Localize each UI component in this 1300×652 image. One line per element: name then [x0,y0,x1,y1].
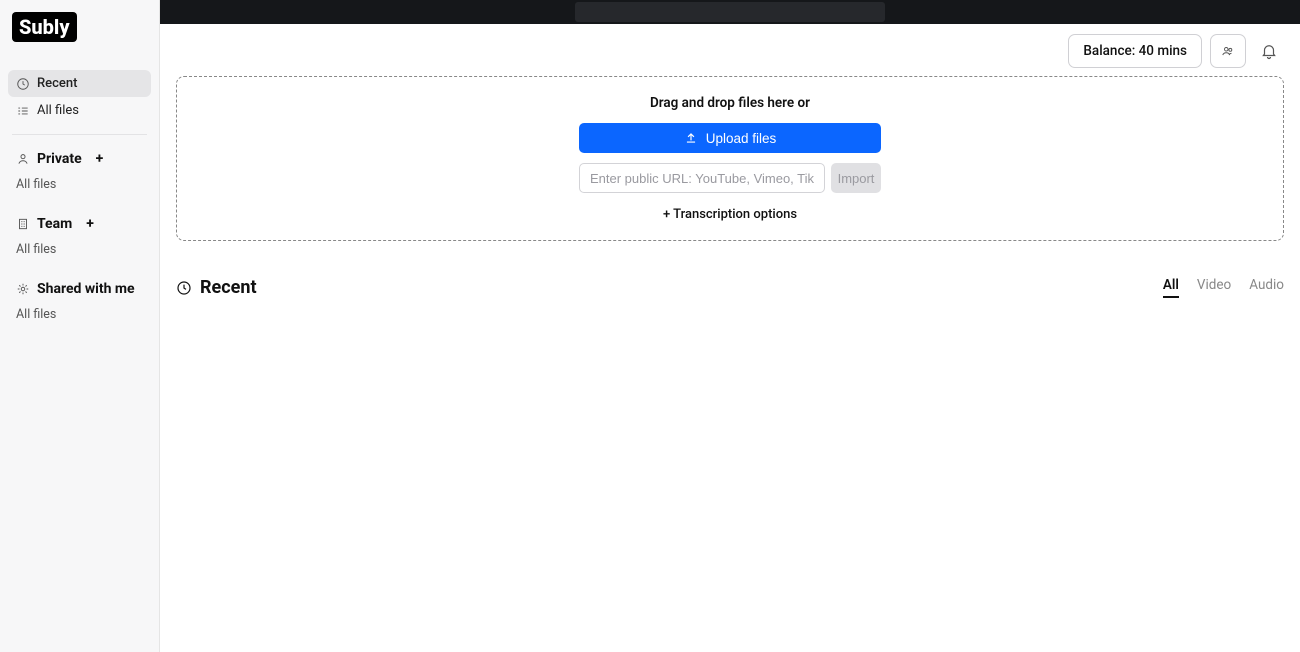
list-icon [16,104,30,118]
filter-tab-video[interactable]: Video [1197,277,1231,298]
main: Drag and drop files here or Upload files… [160,24,1300,652]
sidebar-section-label: Team [37,216,72,232]
logo[interactable]: Subly [12,12,77,42]
dropzone[interactable]: Drag and drop files here or Upload files… [176,76,1284,241]
upload-icon [684,131,698,145]
sidebar-item-private-all[interactable]: All files [8,173,151,196]
section-title-text: Recent [200,277,257,298]
section-header: Recent All Video Audio [176,277,1284,298]
dropzone-text: Drag and drop files here or [650,95,810,111]
clock-icon [16,77,30,91]
sidebar-item-team-all[interactable]: All files [8,238,151,261]
sidebar-item-label: All files [37,103,79,118]
plus-icon[interactable]: + [86,216,94,232]
sidebar: Subly Recent All files Private + All fil… [0,0,160,652]
sidebar-item-shared-all[interactable]: All files [8,303,151,326]
topbar [160,0,1300,24]
filter-tabs: All Video Audio [1163,277,1284,298]
topbar-search[interactable] [575,2,885,22]
gear-icon [16,282,30,296]
import-button[interactable]: Import [831,163,881,193]
sidebar-section-label: Shared with me [37,281,135,297]
plus-icon[interactable]: + [96,151,104,167]
sidebar-item-recent[interactable]: Recent [8,70,151,97]
filter-tab-audio[interactable]: Audio [1249,277,1284,298]
sidebar-section-label: Private [37,151,82,167]
sidebar-section-shared[interactable]: Shared with me [8,275,151,303]
sidebar-section-team[interactable]: Team + [8,210,151,238]
sidebar-section-private[interactable]: Private + [8,145,151,173]
url-input[interactable] [579,163,825,193]
sidebar-item-label: Recent [37,76,77,91]
section-title: Recent [176,277,257,298]
building-icon [16,217,30,231]
clock-icon [176,280,192,296]
upload-button-label: Upload files [706,131,777,146]
upload-files-button[interactable]: Upload files [579,123,881,153]
sidebar-item-all-files[interactable]: All files [8,97,151,124]
transcription-options-link[interactable]: + Transcription options [663,207,797,222]
person-icon [16,152,30,166]
divider [12,134,147,135]
filter-tab-all[interactable]: All [1163,277,1179,298]
